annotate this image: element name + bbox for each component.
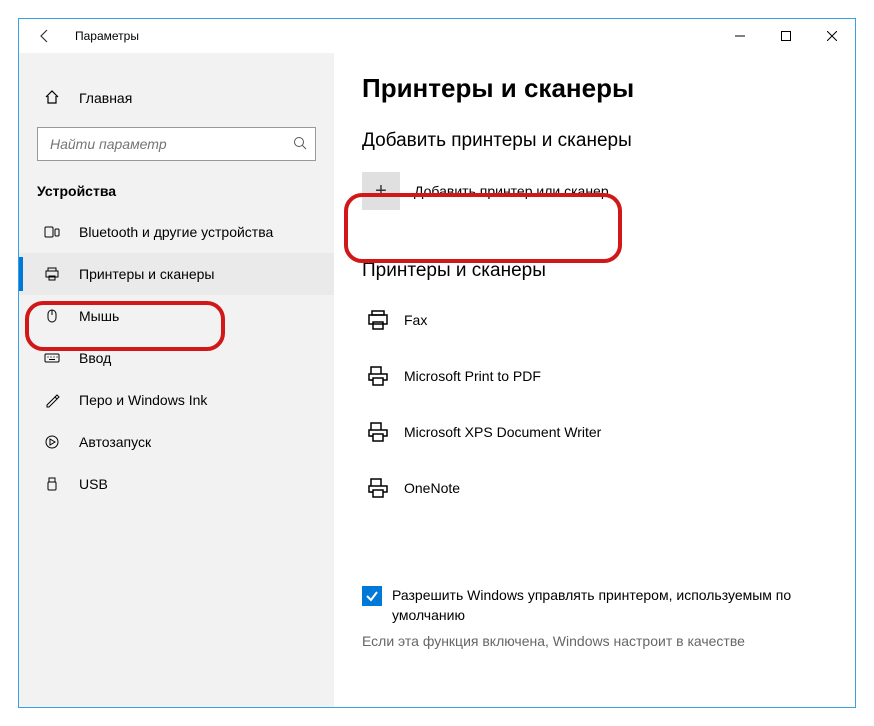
main-panel: Принтеры и сканеры Добавить принтеры и с…	[334, 53, 855, 707]
sidebar-item-label: Мышь	[79, 308, 119, 324]
sidebar-item-label: USB	[79, 476, 108, 492]
maximize-button[interactable]	[763, 19, 809, 53]
printer-item-xps[interactable]: Microsoft XPS Document Writer	[362, 404, 855, 460]
printer-item-pdf[interactable]: Microsoft Print to PDF	[362, 348, 855, 404]
sidebar-item-pen[interactable]: Перо и Windows Ink	[19, 379, 334, 421]
window-title: Параметры	[75, 29, 139, 43]
sidebar: Главная Устройства Bluetooth и другие ус…	[19, 53, 334, 707]
search-input[interactable]	[48, 135, 293, 153]
usb-icon	[43, 476, 61, 492]
sidebar-item-bluetooth[interactable]: Bluetooth и другие устройства	[19, 211, 334, 253]
home-label: Главная	[79, 90, 132, 106]
sidebar-section-header: Устройства	[37, 183, 334, 199]
sidebar-item-label: Bluetooth и другие устройства	[79, 224, 273, 240]
plus-icon: +	[362, 172, 400, 210]
checkbox-label: Разрешить Windows управлять принтером, и…	[392, 586, 822, 625]
pen-icon	[43, 392, 61, 408]
printer-icon	[43, 266, 61, 282]
document-printer-icon	[364, 476, 392, 500]
sidebar-item-printers[interactable]: Принтеры и сканеры	[19, 253, 334, 295]
printer-label: Microsoft XPS Document Writer	[404, 424, 601, 440]
sidebar-item-label: Принтеры и сканеры	[79, 266, 214, 282]
close-button[interactable]	[809, 19, 855, 53]
sidebar-item-label: Автозапуск	[79, 434, 151, 450]
devices-icon	[43, 224, 61, 240]
search-icon	[293, 136, 307, 153]
sidebar-item-label: Ввод	[79, 350, 111, 366]
titlebar: Параметры	[19, 19, 855, 53]
settings-window: Параметры Главная	[18, 18, 856, 708]
add-group-title: Добавить принтеры и сканеры	[362, 130, 855, 152]
sidebar-item-autoplay[interactable]: Автозапуск	[19, 421, 334, 463]
home-link[interactable]: Главная	[19, 79, 334, 117]
autoplay-icon	[43, 434, 61, 450]
document-printer-icon	[364, 364, 392, 388]
page-title: Принтеры и сканеры	[362, 73, 855, 104]
printer-list: Принтеры и сканеры Fax Microsoft Print t…	[362, 260, 855, 516]
sidebar-item-usb[interactable]: USB	[19, 463, 334, 505]
search-input-wrapper[interactable]	[37, 127, 316, 161]
printer-label: Microsoft Print to PDF	[404, 368, 541, 384]
printer-label: Fax	[404, 312, 427, 328]
keyboard-icon	[43, 350, 61, 366]
default-printer-checkbox-row[interactable]: Разрешить Windows управлять принтером, и…	[362, 586, 822, 625]
document-printer-icon	[364, 420, 392, 444]
minimize-button[interactable]	[717, 19, 763, 53]
printer-item-onenote[interactable]: OneNote	[362, 460, 855, 516]
mouse-icon	[43, 308, 61, 324]
printer-label: OneNote	[404, 480, 460, 496]
checkbox-checked-icon[interactable]	[362, 586, 382, 606]
printer-group-title: Принтеры и сканеры	[362, 260, 855, 282]
fax-printer-icon	[364, 308, 392, 332]
home-icon	[43, 89, 61, 108]
sidebar-item-mouse[interactable]: Мышь	[19, 295, 334, 337]
checkbox-hint: Если эта функция включена, Windows настр…	[362, 633, 802, 649]
add-printer-button[interactable]: + Добавить принтер или сканер	[362, 168, 802, 214]
printer-item-fax[interactable]: Fax	[362, 292, 855, 348]
sidebar-item-typing[interactable]: Ввод	[19, 337, 334, 379]
add-printer-label: Добавить принтер или сканер	[414, 183, 609, 199]
back-button[interactable]	[29, 20, 61, 52]
window-body: Главная Устройства Bluetooth и другие ус…	[19, 53, 855, 707]
sidebar-item-label: Перо и Windows Ink	[79, 392, 207, 408]
